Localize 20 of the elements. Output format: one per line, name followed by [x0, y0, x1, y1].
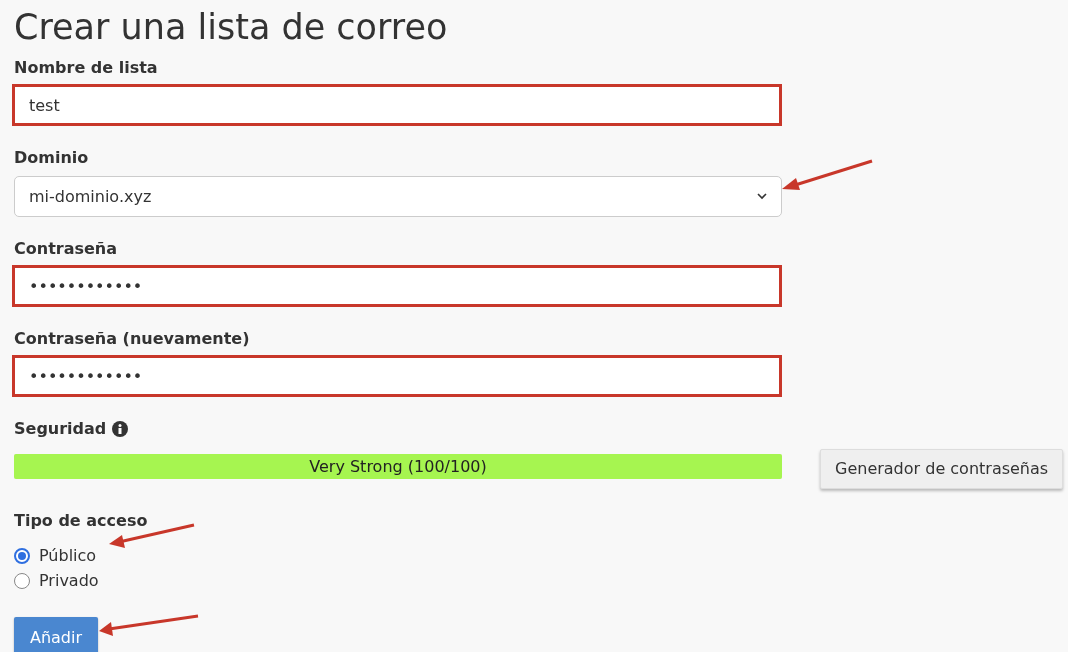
field-label: Contraseña: [14, 239, 118, 259]
domain-select[interactable]: mi-dominio.xyz: [14, 176, 782, 217]
chevron-down-icon: [757, 193, 767, 200]
radio-button[interactable]: [14, 572, 30, 589]
strength-meter: Very Strong (100/100): [14, 454, 782, 479]
radio-label[interactable]: Público: [39, 543, 97, 568]
info-icon[interactable]: [112, 421, 129, 437]
radio-button[interactable]: [14, 547, 30, 564]
password-field[interactable]: ••••••••••••: [12, 265, 782, 307]
input-field[interactable]: test: [12, 84, 782, 126]
field-label: Dominio: [14, 148, 89, 168]
password-field[interactable]: ••••••••••••: [12, 355, 782, 397]
field-label: Seguridad: [14, 419, 107, 439]
page-title: Crear una lista de correo: [14, 6, 449, 48]
radio-label[interactable]: Privado: [39, 568, 99, 593]
field-label: Contraseña (nuevamente): [14, 329, 250, 349]
password-generator-button[interactable]: Generador de contraseñas: [820, 449, 1064, 489]
add-button[interactable]: Añadir: [14, 617, 98, 652]
field-label: Tipo de acceso: [14, 511, 148, 531]
field-label: Nombre de lista: [14, 58, 158, 78]
